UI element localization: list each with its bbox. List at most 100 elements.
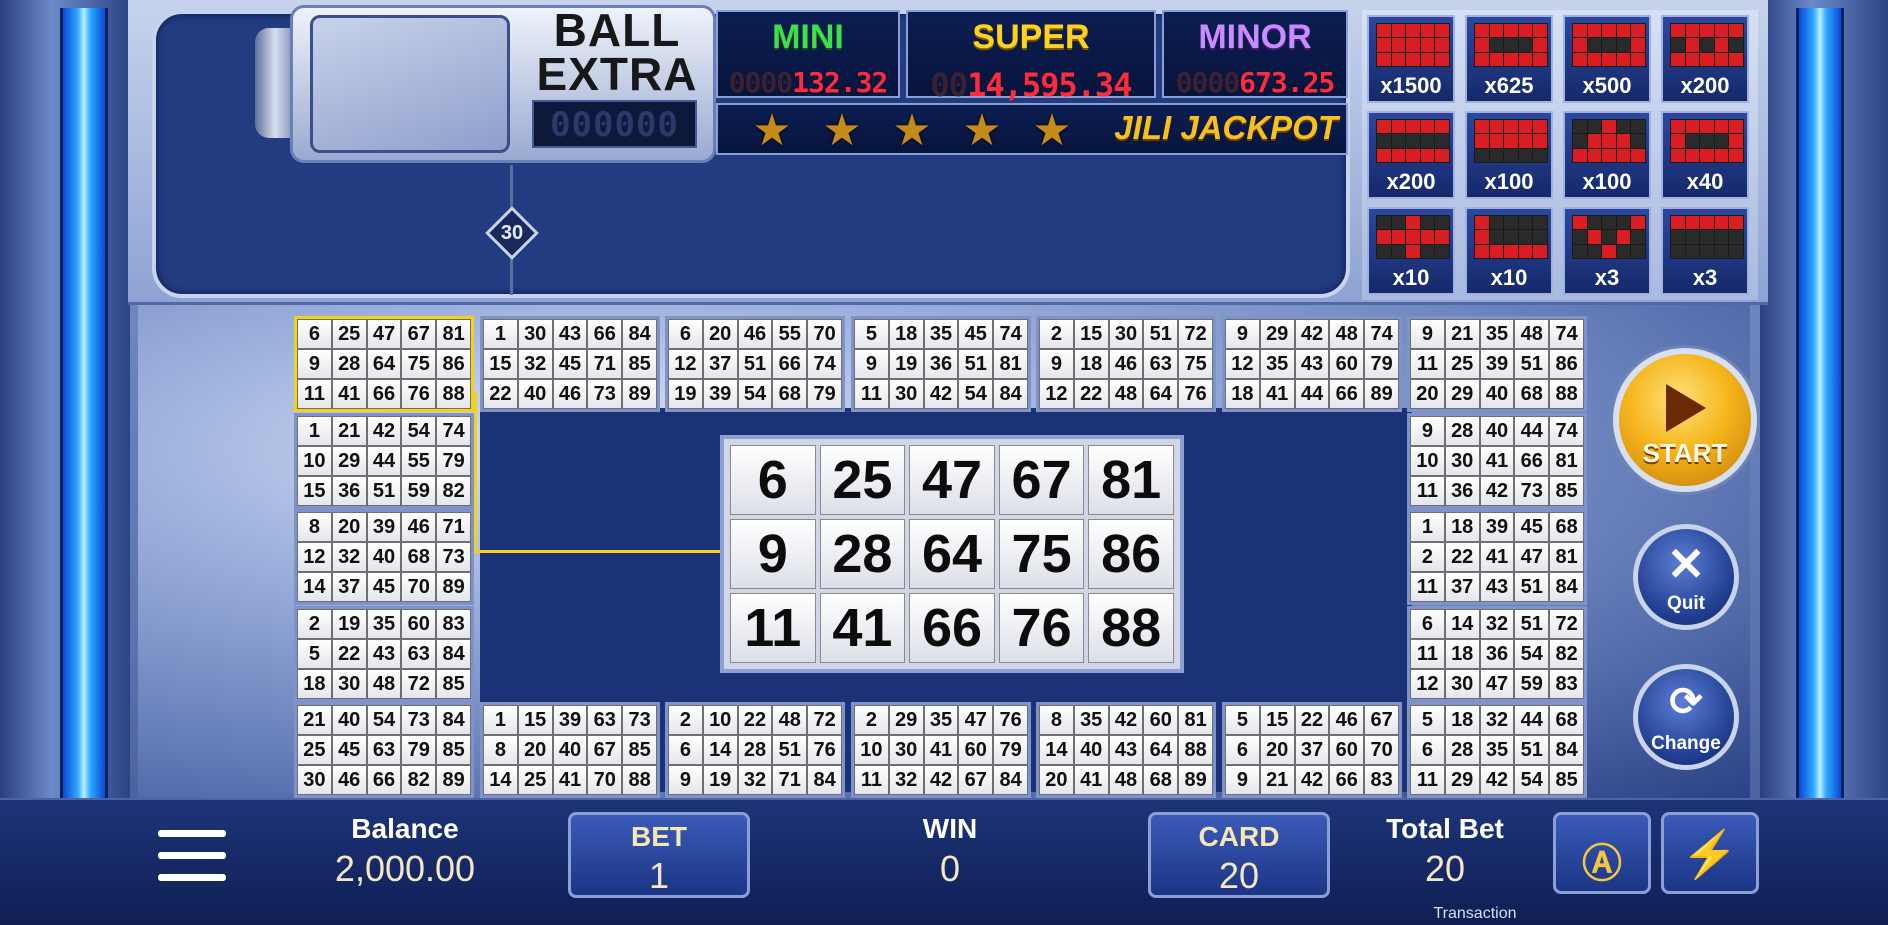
bingo-card[interactable]: 2 10 22 48 72 6 14 28 51 76 9 19 32 71 84 <box>665 702 845 798</box>
bingo-card[interactable]: 2 29 35 47 76 10 30 41 60 79 11 32 42 67 84 <box>851 702 1031 798</box>
bingo-card[interactable]: 6 25 47 67 81 9 28 64 75 86 11 41 66 76 88 <box>294 316 474 412</box>
card-number: 48 <box>772 705 808 735</box>
bingo-card[interactable]: 9 29 42 48 74 12 35 43 60 79 18 41 44 66 89 <box>1222 316 1402 412</box>
card-number: 19 <box>668 379 703 409</box>
paytable-entry: x200 <box>1367 111 1455 199</box>
ball-extra-title: BALL EXTRA <box>536 4 698 100</box>
card-number: 70 <box>807 319 842 349</box>
card-number: 46 <box>552 379 588 409</box>
menu-button[interactable] <box>158 828 228 884</box>
card-number: 37 <box>702 349 738 379</box>
preview-number: 76 <box>998 593 1085 663</box>
win-value: 0 <box>939 848 961 889</box>
preview-number: 47 <box>909 445 995 515</box>
card-number: 36 <box>1479 639 1515 669</box>
bingo-card[interactable]: 9 28 40 44 74 10 30 41 66 81 11 36 42 73 85 <box>1407 413 1587 509</box>
card-number: 12 <box>1225 349 1260 379</box>
card-number: 76 <box>401 379 437 409</box>
bingo-card[interactable]: 5 15 22 46 67 6 20 37 60 70 9 21 42 66 83 <box>1222 702 1402 798</box>
bingo-card[interactable]: 9 21 35 48 74 11 25 39 51 86 20 29 40 68 88 <box>1407 316 1587 412</box>
card-number: 37 <box>1444 572 1480 602</box>
card-number: 66 <box>366 379 402 409</box>
bingo-card[interactable]: 1 30 43 66 84 15 32 45 71 85 22 40 46 73 89 <box>480 316 660 412</box>
card-number: 32 <box>331 542 367 572</box>
start-button[interactable]: START <box>1613 348 1757 492</box>
bingo-card[interactable]: 6 20 46 55 70 12 37 51 66 74 19 39 54 68 79 <box>665 316 845 412</box>
card-number: 60 <box>1143 705 1179 735</box>
card-number: 68 <box>1549 705 1584 735</box>
bingo-card[interactable]: 5 18 35 45 74 9 19 36 51 81 11 30 42 54 84 <box>851 316 1031 412</box>
card-number: 35 <box>923 319 959 349</box>
jackpot-mini-label: MINI <box>772 18 844 56</box>
jili-jackpot-label: JILI JACKPOT <box>1114 109 1338 146</box>
card-number: 51 <box>737 349 773 379</box>
card-number: 51 <box>1143 319 1179 349</box>
card-number: 30 <box>1108 319 1144 349</box>
card-number: 42 <box>1294 765 1330 795</box>
card-number: 35 <box>1259 349 1295 379</box>
card-number: 48 <box>366 669 402 699</box>
auto-play-button[interactable]: Ⓐ <box>1553 812 1651 894</box>
card-number: 11 <box>854 379 889 409</box>
card-number: 18 <box>1073 349 1109 379</box>
card-number: 55 <box>401 446 437 476</box>
card-number: 9 <box>668 765 703 795</box>
paytable-entry: x40 <box>1661 111 1749 199</box>
card-number: 71 <box>587 349 623 379</box>
card-number: 63 <box>1143 349 1179 379</box>
card-number: 64 <box>1143 735 1179 765</box>
preview-number: 9 <box>730 519 816 589</box>
paytable-entry: x100 <box>1563 111 1651 199</box>
card-number: 83 <box>436 609 471 639</box>
close-icon: ✕ <box>1666 538 1706 590</box>
card-number: 2 <box>668 705 703 735</box>
card-number: 71 <box>772 765 808 795</box>
card-number: 60 <box>401 609 437 639</box>
paytable-multiplier: x100 <box>1582 169 1632 194</box>
card-number: 8 <box>1039 705 1074 735</box>
total-bet-label: Total Bet <box>1386 813 1504 844</box>
card-number: 74 <box>1364 319 1399 349</box>
card-number: 20 <box>1410 379 1445 409</box>
card-number: 74 <box>993 319 1028 349</box>
card-number: 40 <box>552 735 588 765</box>
bingo-card[interactable]: 21 40 54 73 84 25 45 63 79 85 30 46 66 82 89 <box>294 702 474 798</box>
card-number: 73 <box>622 705 657 735</box>
change-button[interactable]: ⟳ Change <box>1633 664 1739 770</box>
transaction-link[interactable]: Transaction <box>1420 905 1530 923</box>
card-number: 15 <box>483 349 518 379</box>
card-number: 40 <box>366 542 402 572</box>
card-number: 30 <box>888 735 924 765</box>
pattern-grid <box>1474 119 1548 163</box>
card-number: 73 <box>436 542 471 572</box>
card-number: 21 <box>1259 765 1295 795</box>
card-number: 18 <box>1444 512 1480 542</box>
bet-label: BET <box>631 821 687 852</box>
bingo-card[interactable]: 2 15 30 51 72 9 18 46 63 75 12 22 48 64 76 <box>1036 316 1216 412</box>
bet-button[interactable]: BET 1 <box>568 812 750 898</box>
card-button[interactable]: CARD 20 <box>1148 812 1330 898</box>
bingo-card[interactable]: 1 18 39 45 68 2 22 41 47 81 11 37 43 51 84 <box>1407 509 1587 605</box>
card-number: 20 <box>702 319 738 349</box>
preview-number: 88 <box>1088 593 1174 663</box>
card-number: 42 <box>1479 476 1515 506</box>
card-number: 42 <box>923 765 959 795</box>
card-number: 10 <box>854 735 889 765</box>
card-number: 74 <box>1549 416 1584 446</box>
paytable-entry: x200 <box>1661 15 1749 103</box>
bingo-card[interactable]: 6 14 32 51 72 11 18 36 54 82 12 30 47 59 83 <box>1407 606 1587 702</box>
card-number: 73 <box>401 705 437 735</box>
bingo-card[interactable]: 1 21 42 54 74 10 29 44 55 79 15 36 51 59 82 <box>294 413 474 509</box>
card-number: 43 <box>1294 349 1330 379</box>
bingo-card[interactable]: 1 15 39 63 73 8 20 40 67 85 14 25 41 70 88 <box>480 702 660 798</box>
card-number: 21 <box>331 416 367 446</box>
bingo-card[interactable]: 5 18 32 44 68 6 28 35 51 84 11 29 42 54 85 <box>1407 702 1587 798</box>
bingo-card[interactable]: 8 35 42 60 81 14 40 43 64 88 20 41 48 68 89 <box>1036 702 1216 798</box>
quit-button[interactable]: ✕ Quit <box>1633 524 1739 630</box>
bingo-card[interactable]: 8 20 39 46 71 12 32 40 68 73 14 37 45 70 89 <box>294 509 474 605</box>
card-number: 71 <box>436 512 471 542</box>
bingo-card[interactable]: 2 19 35 60 83 5 22 43 63 84 18 30 48 72 85 <box>294 606 474 702</box>
turbo-button[interactable]: ⚡ <box>1661 812 1759 894</box>
paytable-multiplier: x625 <box>1484 73 1534 98</box>
card-number: 68 <box>1549 512 1584 542</box>
